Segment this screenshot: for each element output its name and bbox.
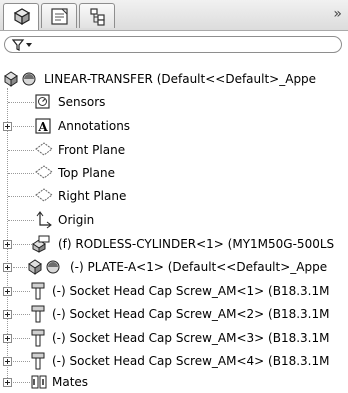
tree-item-label: Origin xyxy=(58,213,95,227)
tree-branch-line xyxy=(8,150,34,151)
expand-toggle[interactable] xyxy=(3,263,12,272)
tree-item-label: (f) RODLESS-CYLINDER<1> (MY1M50G-500LS xyxy=(58,237,335,251)
tree-branch-line xyxy=(8,220,34,221)
assembly-icon xyxy=(4,71,36,87)
tree-item-front-plane[interactable]: Front Plane xyxy=(0,139,348,161)
tree-item-label: (-) PLATE-A<1> (Default<<Default>_Appe xyxy=(70,260,328,274)
tree-item-origin[interactable]: Origin xyxy=(0,209,348,231)
origin-icon xyxy=(36,211,52,229)
tree-item-screw-3[interactable]: (-) Socket Head Cap Screw_AM<3> (B18.3.1… xyxy=(0,327,348,349)
tree-item-label: Sensors xyxy=(58,95,106,109)
tree-item-label: (-) Socket Head Cap Screw_AM<2> (B18.3.1… xyxy=(52,307,330,321)
tree-item-sensors[interactable]: Sensors xyxy=(0,91,348,113)
tree-item-annotations[interactable]: A Annotations xyxy=(0,115,348,137)
tree-branch-line xyxy=(13,361,30,362)
configurationmanager-tab[interactable] xyxy=(79,3,115,28)
mates-icon xyxy=(31,375,47,389)
plane-icon xyxy=(35,142,53,156)
expand-toggle[interactable] xyxy=(3,287,12,296)
tree-item-label: Annotations xyxy=(58,119,131,133)
tree-item-screw-4[interactable]: (-) Socket Head Cap Screw_AM<4> (B18.3.1… xyxy=(0,350,348,372)
featuremanager-icon xyxy=(13,8,31,26)
tree-branch-line xyxy=(13,338,30,339)
tree-item-rodless-cylinder[interactable]: (f) RODLESS-CYLINDER<1> (MY1M50G-500LS xyxy=(0,233,348,255)
filter-input[interactable] xyxy=(4,36,342,53)
featuremanager-tab-bar: » xyxy=(0,0,348,31)
propertymanager-icon xyxy=(51,8,68,25)
tree-branch-line xyxy=(8,102,34,103)
tree-branch-line xyxy=(13,267,27,268)
expand-toggle[interactable] xyxy=(3,334,12,343)
tree-item-screw-1[interactable]: (-) Socket Head Cap Screw_AM<1> (B18.3.1… xyxy=(0,280,348,302)
tree-item-screw-2[interactable]: (-) Socket Head Cap Screw_AM<2> (B18.3.1… xyxy=(0,303,348,325)
tab-overflow-button[interactable]: » xyxy=(333,6,342,22)
tree-item-label: Right Plane xyxy=(58,189,127,203)
svg-text:A: A xyxy=(37,120,48,134)
tree-item-top-plane[interactable]: Top Plane xyxy=(0,162,348,184)
tree-item-label: Front Plane xyxy=(58,143,126,157)
tree-item-mates[interactable]: Mates xyxy=(0,371,348,393)
tree-item-label: (-) Socket Head Cap Screw_AM<4> (B18.3.1… xyxy=(52,354,330,368)
propertymanager-tab[interactable] xyxy=(41,3,77,28)
screw-icon xyxy=(31,282,45,300)
tree-item-plate-a[interactable]: (-) PLATE-A<1> (Default<<Default>_Appe xyxy=(0,256,348,278)
tree-branch-line xyxy=(8,196,34,197)
filter-icon[interactable] xyxy=(12,39,34,51)
tree-branch-line xyxy=(13,382,30,383)
plane-icon xyxy=(35,188,53,202)
filter-bar xyxy=(0,31,348,57)
configurationmanager-icon xyxy=(90,8,105,26)
tree-item-label: (-) Socket Head Cap Screw_AM<1> (B18.3.1… xyxy=(52,284,330,298)
tree-item-label: (-) Socket Head Cap Screw_AM<3> (B18.3.1… xyxy=(52,331,330,345)
plane-icon xyxy=(35,165,53,179)
tree-branch-line xyxy=(8,173,34,174)
tree-root[interactable]: LINEAR-TRANSFER (Default<<Default>_Appe xyxy=(0,68,348,90)
tree-root-label: LINEAR-TRANSFER (Default<<Default>_Appe xyxy=(44,72,317,86)
featuremanager-tab[interactable] xyxy=(3,3,39,30)
expand-toggle[interactable] xyxy=(3,122,12,131)
screw-icon xyxy=(31,305,45,323)
tree-branch-line xyxy=(13,126,34,127)
tree-item-label: Mates xyxy=(52,375,89,389)
part-icon xyxy=(28,259,60,275)
expand-toggle[interactable] xyxy=(3,378,12,387)
tree-branch-line xyxy=(13,314,30,315)
screw-icon xyxy=(31,352,45,370)
expand-toggle[interactable] xyxy=(3,357,12,366)
sensors-icon xyxy=(35,94,50,109)
tree-item-right-plane[interactable]: Right Plane xyxy=(0,185,348,207)
annotations-icon: A xyxy=(35,118,51,134)
screw-icon xyxy=(31,329,45,347)
tree-branch-line xyxy=(13,291,30,292)
expand-toggle[interactable] xyxy=(3,240,12,249)
tree-item-label: Top Plane xyxy=(58,166,115,180)
subassembly-icon xyxy=(32,235,50,253)
expand-toggle[interactable] xyxy=(3,310,12,319)
